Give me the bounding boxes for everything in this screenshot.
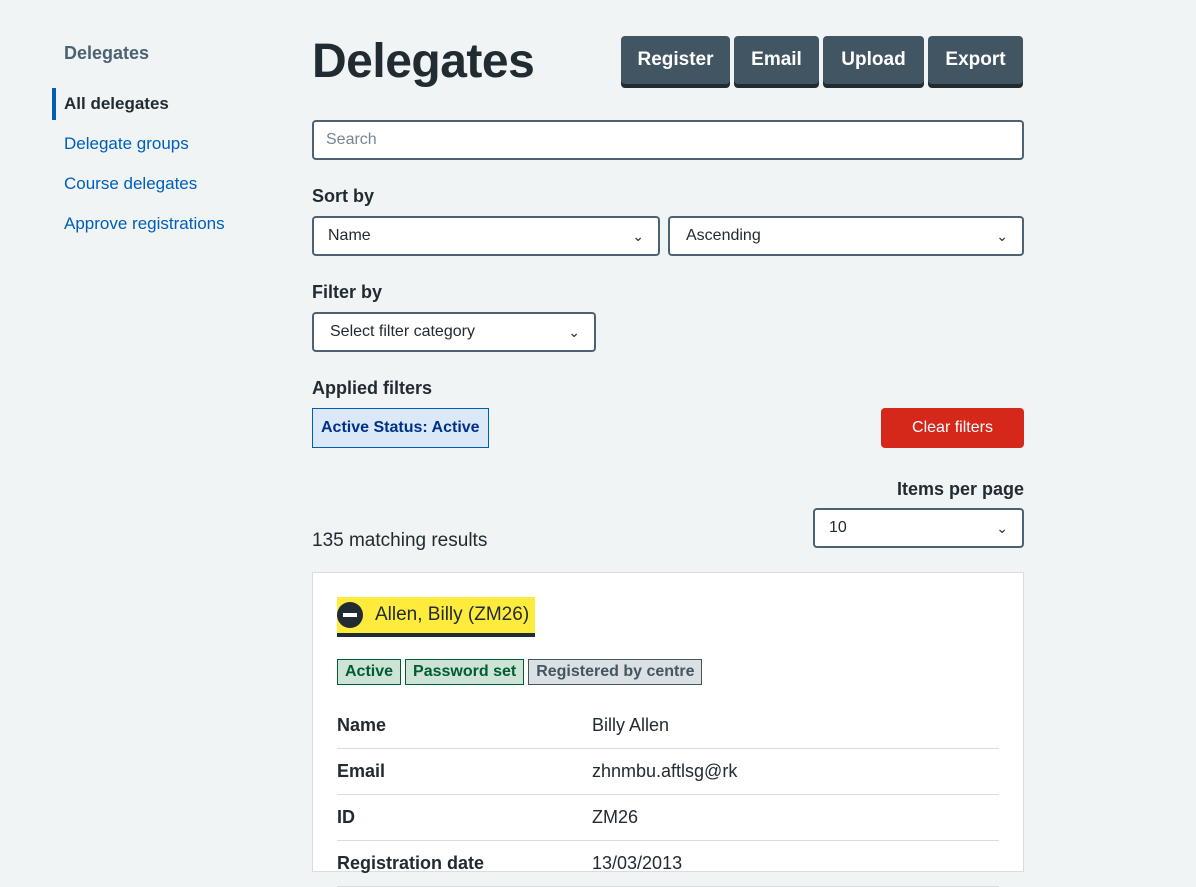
status-badge: Active (337, 659, 402, 685)
page-title: Delegates (312, 35, 535, 88)
detail-row: Name Billy Allen (337, 703, 999, 749)
sort-field-select[interactable]: Name ⌄ (312, 216, 660, 256)
sidebar-item-approve-registrations[interactable]: Approve registrations (52, 204, 272, 244)
detail-key: ID (337, 807, 355, 827)
delegate-expander[interactable]: Allen, Billy (ZM26) (337, 597, 536, 637)
detail-value: ZM26 (592, 807, 639, 827)
sort-direction-select[interactable]: Ascending ⌄ (668, 216, 1024, 256)
detail-key: Registration date (337, 853, 485, 873)
collapse-icon (337, 602, 363, 628)
items-per-page-label: Items per page (896, 479, 1024, 499)
detail-row: ID ZM26 (337, 795, 999, 841)
detail-value: zhnmbu.aftlsg@rk (592, 761, 738, 781)
delegate-details: Name Billy Allen Email zhnmbu.aftlsg@rk … (337, 703, 999, 887)
clear-filters-button[interactable]: Clear filters (881, 408, 1024, 448)
filter-category-select[interactable]: Select filter category ⌄ (312, 312, 596, 352)
delegate-name-heading: Allen, Billy (ZM26) (375, 604, 530, 625)
sidebar-nav: Delegates All delegates Delegate groups … (52, 40, 272, 244)
applied-filters-label: Applied filters (312, 378, 433, 398)
sidebar-item-all-delegates[interactable]: All delegates (52, 88, 272, 120)
status-badge: Registered by centre (528, 659, 703, 685)
items-per-page-select[interactable]: 10 ⌄ (813, 508, 1024, 548)
detail-key: Name (337, 715, 387, 735)
register-button[interactable]: Register (621, 36, 730, 84)
sort-direction-value: Ascending (686, 227, 761, 244)
detail-row: Email zhnmbu.aftlsg@rk (337, 749, 999, 795)
upload-button[interactable]: Upload (823, 36, 924, 84)
chevron-down-icon: ⌄ (632, 227, 644, 244)
sort-field-value: Name (328, 227, 371, 244)
status-tags: Active Password set Registered by centre (337, 659, 703, 685)
applied-filter-tag[interactable]: Active Status: Active (312, 408, 489, 448)
detail-value: Billy Allen (592, 715, 670, 735)
detail-value: 13/03/2013 (592, 853, 683, 873)
results-count: 135 matching results (312, 530, 488, 551)
sidebar-title: Delegates (64, 43, 150, 63)
email-button[interactable]: Email (734, 36, 819, 84)
detail-row: Registration date 13/03/2013 (337, 841, 999, 887)
items-per-page-value: 10 (829, 519, 847, 536)
status-badge: Password set (405, 659, 525, 685)
search-input[interactable] (312, 120, 1024, 160)
delegate-card: Allen, Billy (ZM26) Active Password set … (312, 572, 1024, 887)
sidebar-item-delegate-groups[interactable]: Delegate groups (52, 124, 272, 164)
chevron-down-icon: ⌄ (568, 323, 580, 340)
filter-by-label: Filter by (312, 282, 383, 302)
detail-key: Email (337, 761, 386, 781)
export-button[interactable]: Export (928, 36, 1023, 84)
filter-category-value: Select filter category (330, 323, 475, 340)
sidebar-item-course-delegates[interactable]: Course delegates (52, 164, 272, 204)
sort-by-label: Sort by (312, 186, 375, 206)
chevron-down-icon: ⌄ (996, 519, 1008, 536)
chevron-down-icon: ⌄ (996, 227, 1008, 244)
